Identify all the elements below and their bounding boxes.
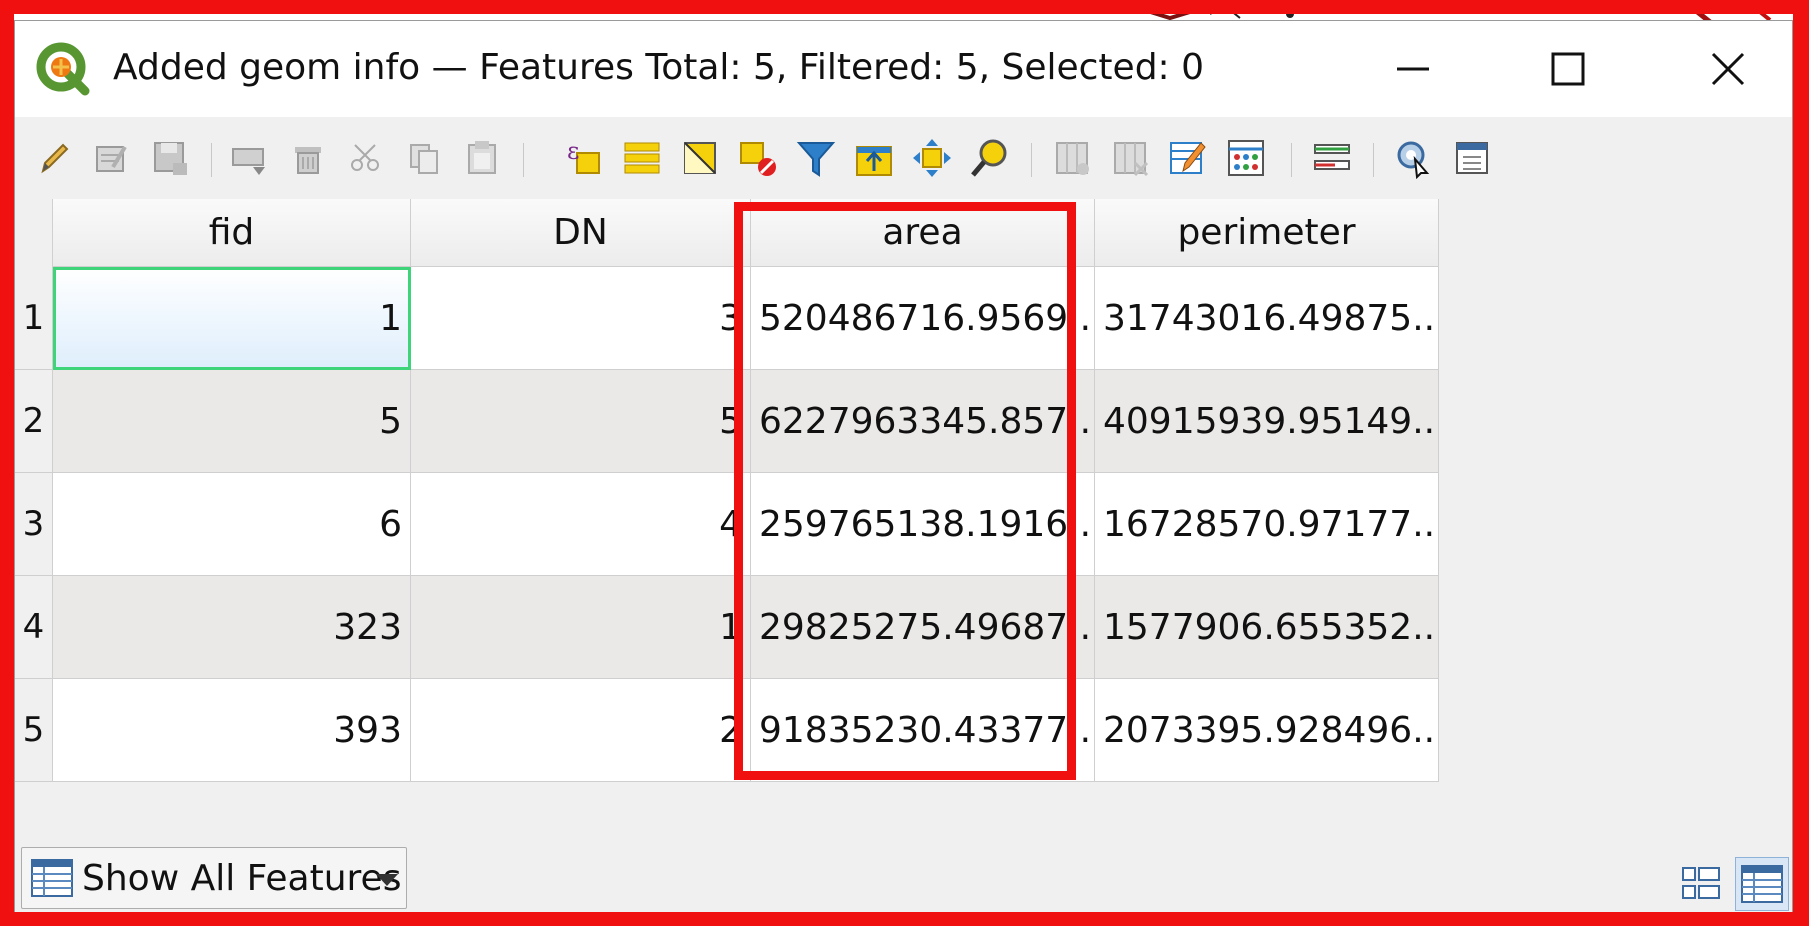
expression-select-icon[interactable]: ε bbox=[563, 137, 605, 179]
new-field-icon[interactable] bbox=[1051, 137, 1093, 179]
filter-icon[interactable] bbox=[795, 137, 837, 179]
cell-area[interactable]: 520486716.9569... bbox=[751, 267, 1095, 370]
cell-dn[interactable]: 3 bbox=[411, 267, 751, 370]
cell-area[interactable]: 6227963345.857... bbox=[751, 370, 1095, 473]
title-bar: Added geom info — Features Total: 5, Fil… bbox=[15, 21, 1792, 117]
cell-perimeter[interactable]: 1577906.655352... bbox=[1095, 576, 1439, 679]
table-header-row: fid DN area perimeter bbox=[15, 199, 1792, 267]
move-selection-top-icon[interactable] bbox=[853, 137, 895, 179]
deselect-icon[interactable] bbox=[737, 137, 779, 179]
cell-fid[interactable]: 1 bbox=[53, 267, 411, 370]
cell-perimeter[interactable]: 40915939.95149... bbox=[1095, 370, 1439, 473]
field-calculator-icon[interactable] bbox=[1225, 137, 1267, 179]
cut-icon[interactable] bbox=[345, 137, 387, 179]
cell-area[interactable]: 259765138.1916... bbox=[751, 473, 1095, 576]
delete-field-icon[interactable] bbox=[1109, 137, 1151, 179]
cell-fid[interactable]: 5 bbox=[53, 370, 411, 473]
table-row[interactable]: 4 323 1 29825275.49687... 1577906.655352… bbox=[15, 576, 1439, 679]
cell-fid[interactable]: 6 bbox=[53, 473, 411, 576]
window-title: Added geom info — Features Total: 5, Fil… bbox=[113, 47, 1205, 88]
pencil-icon[interactable] bbox=[33, 137, 75, 179]
toolbar-separator bbox=[211, 143, 212, 177]
row-number[interactable]: 1 bbox=[15, 267, 53, 370]
column-header-dn[interactable]: DN bbox=[411, 199, 751, 267]
chevron-down-icon bbox=[374, 872, 400, 892]
minimize-button[interactable] bbox=[1383, 45, 1443, 93]
cell-perimeter[interactable]: 31743016.49875... bbox=[1095, 267, 1439, 370]
header-corner[interactable] bbox=[15, 199, 53, 267]
dock-icon[interactable] bbox=[1451, 137, 1493, 179]
table-row[interactable]: 2 5 5 6227963345.857... 40915939.95149..… bbox=[15, 370, 1439, 473]
cell-area[interactable]: 29825275.49687... bbox=[751, 576, 1095, 679]
toolbar-separator bbox=[1291, 143, 1292, 177]
multi-edit-icon[interactable] bbox=[91, 137, 133, 179]
bottom-bar: Show All Features bbox=[15, 831, 1792, 919]
table-view-icon bbox=[30, 856, 74, 900]
close-button[interactable] bbox=[1698, 45, 1758, 93]
attribute-table: fid DN area perimeter 1 1 3 520486716.95… bbox=[15, 199, 1792, 831]
row-number[interactable]: 2 bbox=[15, 370, 53, 473]
column-header-area[interactable]: area bbox=[751, 199, 1095, 267]
column-header-perimeter[interactable]: perimeter bbox=[1095, 199, 1439, 267]
pan-to-selection-icon[interactable] bbox=[911, 137, 953, 179]
cell-fid[interactable]: 393 bbox=[53, 679, 411, 782]
maximize-button[interactable] bbox=[1538, 45, 1598, 93]
row-header-filler bbox=[15, 782, 53, 831]
toolbar-separator bbox=[1031, 143, 1032, 177]
cell-fid[interactable]: 323 bbox=[53, 576, 411, 679]
cell-area[interactable]: 91835230.43377... bbox=[751, 679, 1095, 782]
row-number[interactable]: 3 bbox=[15, 473, 53, 576]
toolbar-separator bbox=[1373, 143, 1374, 177]
cell-dn[interactable]: 2 bbox=[411, 679, 751, 782]
zoom-to-selection-icon[interactable] bbox=[969, 137, 1011, 179]
cell-perimeter[interactable]: 2073395.928496... bbox=[1095, 679, 1439, 782]
qgis-logo-icon bbox=[35, 41, 91, 97]
cell-dn[interactable]: 4 bbox=[411, 473, 751, 576]
select-all-icon[interactable] bbox=[621, 137, 663, 179]
form-view-button[interactable] bbox=[1674, 857, 1728, 911]
table-view-button[interactable] bbox=[1735, 857, 1789, 911]
table-row[interactable]: 5 393 2 91835230.43377... 2073395.928496… bbox=[15, 679, 1439, 782]
toggle-editing-field-icon[interactable] bbox=[1167, 137, 1209, 179]
table-row[interactable]: 1 1 3 520486716.9569... 31743016.49875..… bbox=[15, 267, 1439, 370]
cell-perimeter[interactable]: 16728570.97177... bbox=[1095, 473, 1439, 576]
delete-feature-icon[interactable] bbox=[287, 137, 329, 179]
show-features-label: Show All Features bbox=[82, 857, 402, 899]
paste-icon[interactable] bbox=[461, 137, 503, 179]
table-row[interactable]: 3 6 4 259765138.1916... 16728570.97177..… bbox=[15, 473, 1439, 576]
show-features-dropdown[interactable]: Show All Features bbox=[21, 847, 407, 909]
add-feature-icon[interactable] bbox=[229, 137, 271, 179]
invert-selection-icon[interactable] bbox=[679, 137, 721, 179]
attribute-toolbar: ε bbox=[15, 117, 1792, 199]
actions-icon[interactable] bbox=[1393, 137, 1435, 179]
conditional-formatting-icon[interactable] bbox=[1311, 137, 1353, 179]
cell-dn[interactable]: 5 bbox=[411, 370, 751, 473]
cell-dn[interactable]: 1 bbox=[411, 576, 751, 679]
row-number[interactable]: 4 bbox=[15, 576, 53, 679]
column-header-fid[interactable]: fid bbox=[53, 199, 411, 267]
save-edits-icon[interactable] bbox=[149, 137, 191, 179]
svg-text:ε: ε bbox=[567, 137, 579, 165]
attribute-table-window: Added geom info — Features Total: 5, Fil… bbox=[14, 20, 1793, 919]
toolbar-separator bbox=[523, 143, 524, 177]
copy-icon[interactable] bbox=[403, 137, 445, 179]
row-number[interactable]: 5 bbox=[15, 679, 53, 782]
